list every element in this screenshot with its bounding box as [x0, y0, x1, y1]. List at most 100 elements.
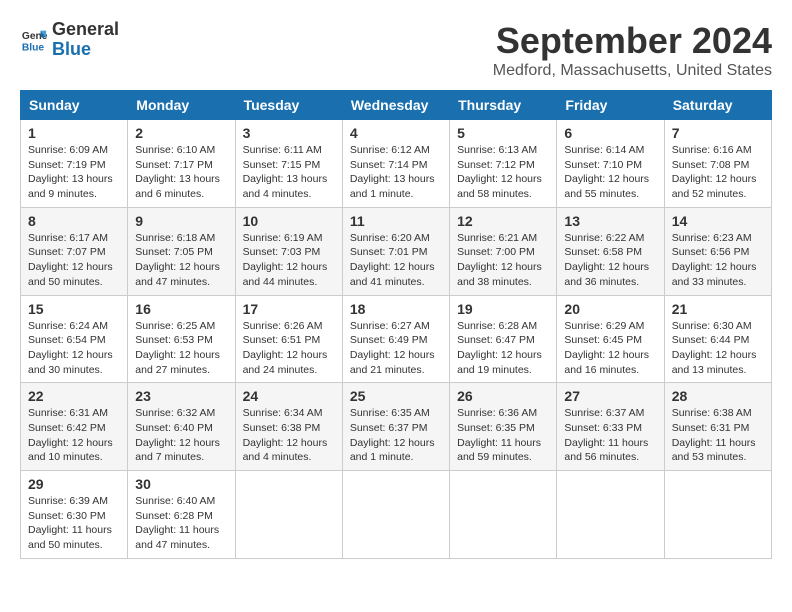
- calendar-cell: 13 Sunrise: 6:22 AMSunset: 6:58 PMDayligh…: [557, 207, 664, 295]
- week-row-1: 1 Sunrise: 6:09 AMSunset: 7:19 PMDaylight…: [21, 120, 772, 208]
- calendar-cell: 17 Sunrise: 6:26 AMSunset: 6:51 PMDayligh…: [235, 295, 342, 383]
- day-info: Sunrise: 6:18 AMSunset: 7:05 PMDaylight:…: [135, 231, 227, 290]
- day-number: 23: [135, 388, 227, 404]
- weekday-header-thursday: Thursday: [450, 91, 557, 120]
- weekday-header-monday: Monday: [128, 91, 235, 120]
- calendar-cell: 24Sunrise: 6:34 AMSunset: 6:38 PMDayligh…: [235, 383, 342, 471]
- day-number: 14: [672, 213, 764, 229]
- calendar-title: September 2024: [493, 20, 772, 62]
- day-info: Sunrise: 6:22 AMSunset: 6:58 PMDaylight:…: [564, 231, 656, 290]
- calendar-cell: 3 Sunrise: 6:11 AMSunset: 7:15 PMDaylight…: [235, 120, 342, 208]
- calendar-cell: 4Sunrise: 6:12 AMSunset: 7:14 PMDaylight…: [342, 120, 449, 208]
- day-info: Sunrise: 6:30 AMSunset: 6:44 PMDaylight:…: [672, 319, 764, 378]
- day-number: 16: [135, 301, 227, 317]
- day-number: 27: [564, 388, 656, 404]
- calendar-cell: [664, 471, 771, 559]
- calendar-cell: 5 Sunrise: 6:13 AMSunset: 7:12 PMDaylight…: [450, 120, 557, 208]
- calendar-cell: [342, 471, 449, 559]
- day-info: Sunrise: 6:09 AMSunset: 7:19 PMDaylight:…: [28, 143, 120, 202]
- day-info: Sunrise: 6:24 AMSunset: 6:54 PMDaylight:…: [28, 319, 120, 378]
- logo-text: General Blue: [52, 20, 119, 60]
- day-number: 29: [28, 476, 120, 492]
- day-info: Sunrise: 6:11 AMSunset: 7:15 PMDaylight:…: [243, 143, 335, 202]
- week-row-4: 22 Sunrise: 6:31 AMSunset: 6:42 PMDayligh…: [21, 383, 772, 471]
- day-info: Sunrise: 6:26 AMSunset: 6:51 PMDaylight:…: [243, 319, 335, 378]
- day-number: 17: [243, 301, 335, 317]
- calendar-cell: 20 Sunrise: 6:29 AMSunset: 6:45 PMDayligh…: [557, 295, 664, 383]
- calendar-cell: 23 Sunrise: 6:32 AMSunset: 6:40 PMDayligh…: [128, 383, 235, 471]
- week-row-3: 15 Sunrise: 6:24 AMSunset: 6:54 PMDayligh…: [21, 295, 772, 383]
- calendar-cell: 19Sunrise: 6:28 AMSunset: 6:47 PMDayligh…: [450, 295, 557, 383]
- day-info: Sunrise: 6:10 AMSunset: 7:17 PMDaylight:…: [135, 143, 227, 202]
- day-number: 2: [135, 125, 227, 141]
- weekday-header-sunday: Sunday: [21, 91, 128, 120]
- day-info: Sunrise: 6:40 AMSunset: 6:28 PMDaylight:…: [135, 494, 227, 553]
- week-row-5: 29 Sunrise: 6:39 AMSunset: 6:30 PMDayligh…: [21, 471, 772, 559]
- logo: General Blue General Blue: [20, 20, 119, 60]
- day-info: Sunrise: 6:14 AMSunset: 7:10 PMDaylight:…: [564, 143, 656, 202]
- day-info: Sunrise: 6:17 AMSunset: 7:07 PMDaylight:…: [28, 231, 120, 290]
- day-info: Sunrise: 6:21 AMSunset: 7:00 PMDaylight:…: [457, 231, 549, 290]
- page-header: General Blue General Blue September 2024…: [20, 20, 772, 80]
- day-info: Sunrise: 6:29 AMSunset: 6:45 PMDaylight:…: [564, 319, 656, 378]
- title-section: September 2024 Medford, Massachusetts, U…: [493, 20, 772, 80]
- weekday-header-row: SundayMondayTuesdayWednesdayThursdayFrid…: [21, 91, 772, 120]
- day-info: Sunrise: 6:16 AMSunset: 7:08 PMDaylight:…: [672, 143, 764, 202]
- day-info: Sunrise: 6:31 AMSunset: 6:42 PMDaylight:…: [28, 406, 120, 465]
- day-info: Sunrise: 6:37 AMSunset: 6:33 PMDaylight:…: [564, 406, 656, 465]
- day-number: 13: [564, 213, 656, 229]
- day-number: 18: [350, 301, 442, 317]
- day-info: Sunrise: 6:27 AMSunset: 6:49 PMDaylight:…: [350, 319, 442, 378]
- day-info: Sunrise: 6:19 AMSunset: 7:03 PMDaylight:…: [243, 231, 335, 290]
- day-info: Sunrise: 6:38 AMSunset: 6:31 PMDaylight:…: [672, 406, 764, 465]
- day-info: Sunrise: 6:34 AMSunset: 6:38 PMDaylight:…: [243, 406, 335, 465]
- day-info: Sunrise: 6:32 AMSunset: 6:40 PMDaylight:…: [135, 406, 227, 465]
- day-number: 7: [672, 125, 764, 141]
- calendar-cell: 16 Sunrise: 6:25 AMSunset: 6:53 PMDayligh…: [128, 295, 235, 383]
- day-info: Sunrise: 6:23 AMSunset: 6:56 PMDaylight:…: [672, 231, 764, 290]
- svg-text:Blue: Blue: [22, 42, 45, 53]
- calendar-cell: 8 Sunrise: 6:17 AMSunset: 7:07 PMDaylight…: [21, 207, 128, 295]
- calendar-cell: 18 Sunrise: 6:27 AMSunset: 6:49 PMDayligh…: [342, 295, 449, 383]
- day-info: Sunrise: 6:12 AMSunset: 7:14 PMDaylight:…: [350, 143, 442, 202]
- day-number: 6: [564, 125, 656, 141]
- calendar-cell: 9 Sunrise: 6:18 AMSunset: 7:05 PMDaylight…: [128, 207, 235, 295]
- day-number: 3: [243, 125, 335, 141]
- calendar-cell: 29 Sunrise: 6:39 AMSunset: 6:30 PMDayligh…: [21, 471, 128, 559]
- logo-icon: General Blue: [20, 26, 48, 54]
- weekday-header-wednesday: Wednesday: [342, 91, 449, 120]
- weekday-header-tuesday: Tuesday: [235, 91, 342, 120]
- calendar-cell: 11Sunrise: 6:20 AMSunset: 7:01 PMDayligh…: [342, 207, 449, 295]
- calendar-cell: 12Sunrise: 6:21 AMSunset: 7:00 PMDayligh…: [450, 207, 557, 295]
- day-info: Sunrise: 6:39 AMSunset: 6:30 PMDaylight:…: [28, 494, 120, 553]
- day-number: 8: [28, 213, 120, 229]
- calendar-cell: 26 Sunrise: 6:36 AMSunset: 6:35 PMDayligh…: [450, 383, 557, 471]
- day-info: Sunrise: 6:20 AMSunset: 7:01 PMDaylight:…: [350, 231, 442, 290]
- calendar-cell: 1 Sunrise: 6:09 AMSunset: 7:19 PMDaylight…: [21, 120, 128, 208]
- day-number: 15: [28, 301, 120, 317]
- day-number: 30: [135, 476, 227, 492]
- calendar-subtitle: Medford, Massachusetts, United States: [493, 62, 772, 80]
- day-info: Sunrise: 6:35 AMSunset: 6:37 PMDaylight:…: [350, 406, 442, 465]
- calendar-cell: 21 Sunrise: 6:30 AMSunset: 6:44 PMDayligh…: [664, 295, 771, 383]
- calendar-cell: 14 Sunrise: 6:23 AMSunset: 6:56 PMDayligh…: [664, 207, 771, 295]
- day-number: 1: [28, 125, 120, 141]
- day-number: 9: [135, 213, 227, 229]
- weekday-header-friday: Friday: [557, 91, 664, 120]
- day-number: 21: [672, 301, 764, 317]
- calendar-cell: 30 Sunrise: 6:40 AMSunset: 6:28 PMDayligh…: [128, 471, 235, 559]
- day-number: 25: [350, 388, 442, 404]
- day-info: Sunrise: 6:13 AMSunset: 7:12 PMDaylight:…: [457, 143, 549, 202]
- calendar-cell: 2 Sunrise: 6:10 AMSunset: 7:17 PMDaylight…: [128, 120, 235, 208]
- weekday-header-saturday: Saturday: [664, 91, 771, 120]
- day-info: Sunrise: 6:36 AMSunset: 6:35 PMDaylight:…: [457, 406, 549, 465]
- day-number: 26: [457, 388, 549, 404]
- day-number: 5: [457, 125, 549, 141]
- day-number: 20: [564, 301, 656, 317]
- day-number: 28: [672, 388, 764, 404]
- calendar-cell: 25 Sunrise: 6:35 AMSunset: 6:37 PMDayligh…: [342, 383, 449, 471]
- day-number: 22: [28, 388, 120, 404]
- calendar-cell: 27 Sunrise: 6:37 AMSunset: 6:33 PMDayligh…: [557, 383, 664, 471]
- calendar-cell: 28 Sunrise: 6:38 AMSunset: 6:31 PMDayligh…: [664, 383, 771, 471]
- day-info: Sunrise: 6:25 AMSunset: 6:53 PMDaylight:…: [135, 319, 227, 378]
